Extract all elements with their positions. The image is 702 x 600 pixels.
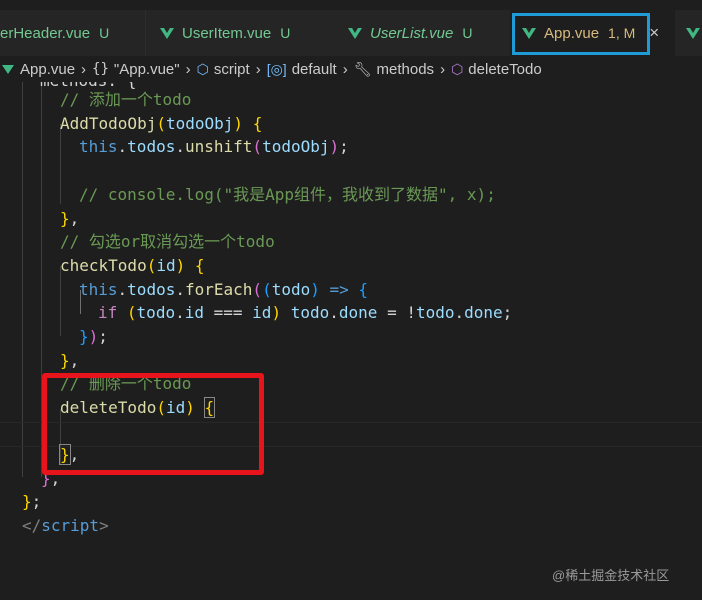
breadcrumb: App.vue › {} "App.vue" › ⬡ script › [◎] …: [0, 56, 702, 82]
indent-guide: [60, 124, 61, 204]
tab-status: U: [280, 25, 291, 41]
close-icon[interactable]: ×: [649, 23, 659, 43]
tab-overflow[interactable]: [680, 10, 702, 56]
red-annotation-box: [42, 373, 264, 475]
code-line: };: [22, 492, 42, 511]
code-line: });: [79, 327, 108, 346]
indent-guide: [22, 82, 23, 477]
breadcrumb-method-label: deleteTodo: [468, 60, 542, 78]
tab-label: erHeader.vue: [0, 24, 91, 42]
breadcrumb-methods[interactable]: 🔧︎ methods: [354, 61, 434, 78]
tab-header-vue[interactable]: erHeader.vue U: [0, 10, 145, 56]
vue-logo-icon: [2, 64, 14, 74]
code-line: this.todos.forEach((todo) => {: [79, 280, 369, 299]
code-line: // 勾选or取消勾选一个todo: [60, 232, 275, 251]
vue-logo-icon: [686, 27, 700, 39]
code-line: },: [60, 351, 80, 370]
tab-status: U: [462, 25, 473, 41]
breadcrumb-default-label: default: [291, 60, 337, 78]
breadcrumb-file-label: App.vue: [20, 60, 76, 78]
code-line: </script>: [22, 516, 109, 535]
code-line: if (todo.id === id) todo.done = !todo.do…: [98, 303, 513, 322]
tab-label: UserList.vue: [370, 24, 454, 42]
breadcrumb-method[interactable]: ⬡ deleteTodo: [451, 61, 542, 78]
chevron-right-icon: ›: [81, 60, 87, 78]
code-line: AddTodoObj(todoObj) {: [60, 114, 263, 133]
breadcrumb-script[interactable]: ⬡ script: [197, 61, 250, 78]
code-line: checkTodo(id) {: [60, 256, 205, 275]
vue-logo-icon: [160, 27, 174, 39]
tab-userlist-vue[interactable]: UserList.vue U: [336, 10, 506, 56]
breadcrumb-methods-label: methods: [376, 60, 435, 78]
wrench-icon: 🔧︎: [353, 60, 372, 77]
tab-label: UserItem.vue: [182, 24, 272, 42]
code-line: this.todos.unshift(todoObj);: [79, 137, 349, 156]
chevron-right-icon: ›: [255, 60, 261, 78]
code-line: },: [60, 209, 80, 228]
breadcrumb-object[interactable]: {} "App.vue": [92, 61, 180, 78]
braces-icon: {}: [92, 61, 109, 77]
code-line: // 添加一个todo: [60, 90, 192, 109]
chevron-right-icon: ›: [185, 60, 191, 78]
chevron-right-icon: ›: [342, 60, 348, 78]
code-line: // console.log("我是App组件，我收到了数据", x);: [79, 185, 496, 204]
breadcrumb-script-label: script: [213, 60, 250, 78]
breadcrumb-object-label: "App.vue": [113, 60, 180, 78]
breadcrumb-default[interactable]: [◎] default: [267, 61, 337, 78]
tab-useritem-vue[interactable]: UserItem.vue U: [145, 10, 305, 56]
cube-icon: ⬡: [196, 60, 209, 77]
chevron-right-icon: ›: [440, 60, 446, 78]
tab-status: U: [99, 25, 110, 41]
watermark: @稀土掘金技术社区: [552, 568, 670, 583]
vue-logo-icon: [348, 27, 362, 39]
field-icon: [◎]: [266, 60, 287, 77]
active-tab-highlight-box: [512, 13, 650, 55]
breadcrumb-file[interactable]: App.vue: [0, 61, 75, 78]
method-cube-icon: ⬡: [451, 60, 464, 77]
code-editor[interactable]: methods: { // 添加一个todo AddTodoObj(todoOb…: [0, 82, 702, 562]
